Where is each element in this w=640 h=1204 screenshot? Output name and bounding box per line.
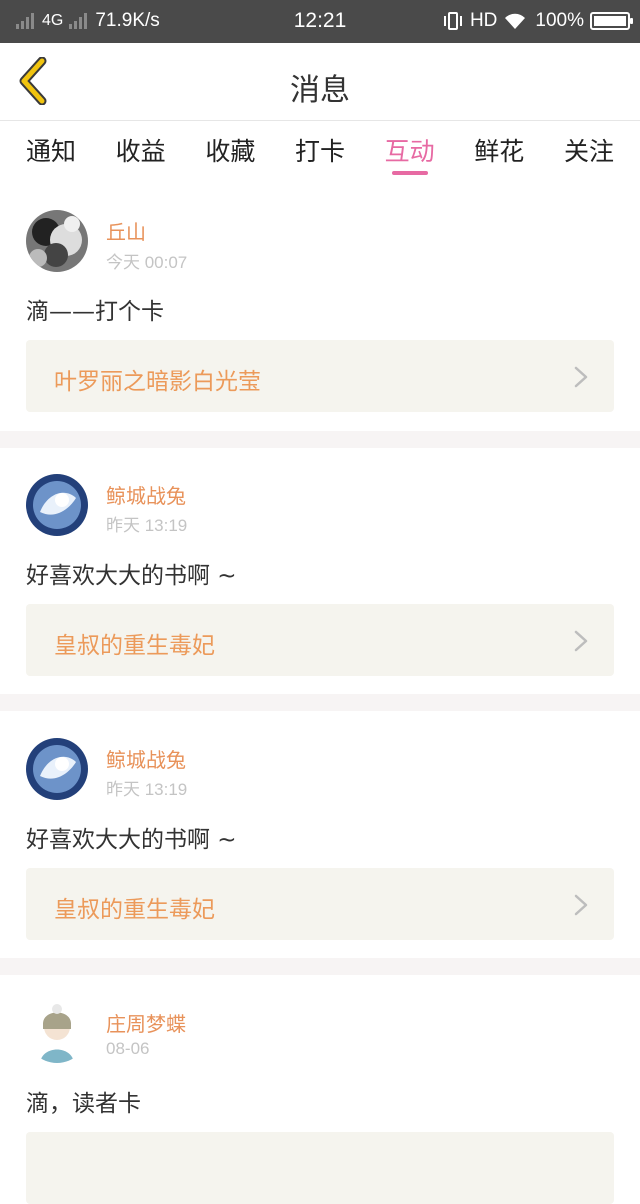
wifi-icon [505, 13, 526, 29]
tab-label: 关注 [563, 137, 614, 166]
message-text: 好喜欢大大的书啊 ~ [26, 563, 237, 589]
avatar-image [26, 210, 88, 272]
username[interactable]: 鲸城战兔 [106, 744, 186, 773]
username[interactable]: 丘山 [106, 216, 146, 245]
tab-label: 打卡 [294, 137, 345, 166]
avatar-image [26, 474, 88, 536]
avatar[interactable] [26, 738, 88, 800]
hd-indicator: HD [469, 10, 498, 31]
tab-flowers[interactable]: 鲜花 [474, 122, 524, 186]
battery-icon [590, 12, 633, 30]
avatar[interactable] [26, 210, 88, 272]
tab-favorites[interactable]: 收藏 [205, 122, 255, 186]
chevron-right-icon [574, 630, 588, 652]
timestamp: 昨天 13:19 [106, 516, 188, 535]
message-text: 滴，读者卡 [26, 1091, 141, 1117]
page-title: 消息 [290, 73, 350, 108]
vibrate-icon [443, 12, 462, 30]
feed-item: 鲸城战兔 昨天 13:19 好喜欢大大的书啊 ~ 皇叔的重生毒妃 [0, 448, 640, 694]
status-bar: 4G 71.9K/s 12:21 HD 100% [0, 0, 640, 43]
divider [0, 694, 640, 711]
avatar-image [26, 1001, 88, 1063]
feed-item: 鲸城战兔 昨天 13:19 好喜欢大大的书啊 ~ 皇叔的重生毒妃 [0, 711, 640, 958]
message-text: 好喜欢大大的书啊 ~ [26, 827, 237, 853]
tab-label: 鲜花 [474, 137, 525, 166]
avatar-image [26, 738, 88, 800]
divider [0, 431, 640, 448]
avatar[interactable] [26, 1001, 88, 1063]
message-text: 滴——打个卡 [26, 299, 164, 325]
username[interactable]: 鲸城战兔 [106, 480, 186, 509]
tab-checkin[interactable]: 打卡 [295, 122, 345, 186]
chevron-right-icon [574, 894, 588, 916]
book-link[interactable]: 叶罗丽之暗影白光莹 [26, 340, 614, 412]
timestamp: 08-06 [106, 1039, 150, 1058]
book-link[interactable]: 皇叔的重生毒妃 [26, 604, 614, 676]
book-link[interactable] [26, 1132, 614, 1204]
tab-interaction[interactable]: 互动 [385, 122, 435, 186]
active-tab-indicator [391, 171, 428, 175]
book-link[interactable]: 皇叔的重生毒妃 [26, 868, 614, 940]
nav-bar: 消息 [0, 43, 640, 121]
status-right: HD 100% [442, 10, 633, 32]
timestamp: 昨天 13:19 [106, 780, 188, 799]
username[interactable]: 庄周梦蝶 [106, 1008, 186, 1037]
chevron-right-icon [574, 366, 588, 388]
tab-label: 收藏 [205, 137, 256, 166]
tab-earnings[interactable]: 收益 [116, 122, 166, 186]
tab-bar: 通知 收益 收藏 打卡 互动 鲜花 关注 [0, 122, 640, 186]
book-title: 皇叔的重生毒妃 [54, 897, 215, 923]
battery-percent: 100% [535, 10, 584, 31]
tab-label: 通知 [26, 137, 77, 166]
tab-label: 收益 [115, 137, 166, 166]
tab-follow[interactable]: 关注 [564, 122, 614, 186]
book-title: 叶罗丽之暗影白光莹 [54, 369, 261, 395]
tab-notice[interactable]: 通知 [26, 122, 76, 186]
tab-label: 互动 [384, 137, 435, 166]
feed-item: 丘山 今天 00:07 滴——打个卡 叶罗丽之暗影白光莹 [0, 186, 640, 431]
timestamp: 今天 00:07 [106, 253, 188, 272]
feed-item: 庄周梦蝶 08-06 滴，读者卡 [0, 975, 640, 1204]
avatar[interactable] [26, 474, 88, 536]
book-title: 皇叔的重生毒妃 [54, 633, 215, 659]
divider [0, 958, 640, 975]
